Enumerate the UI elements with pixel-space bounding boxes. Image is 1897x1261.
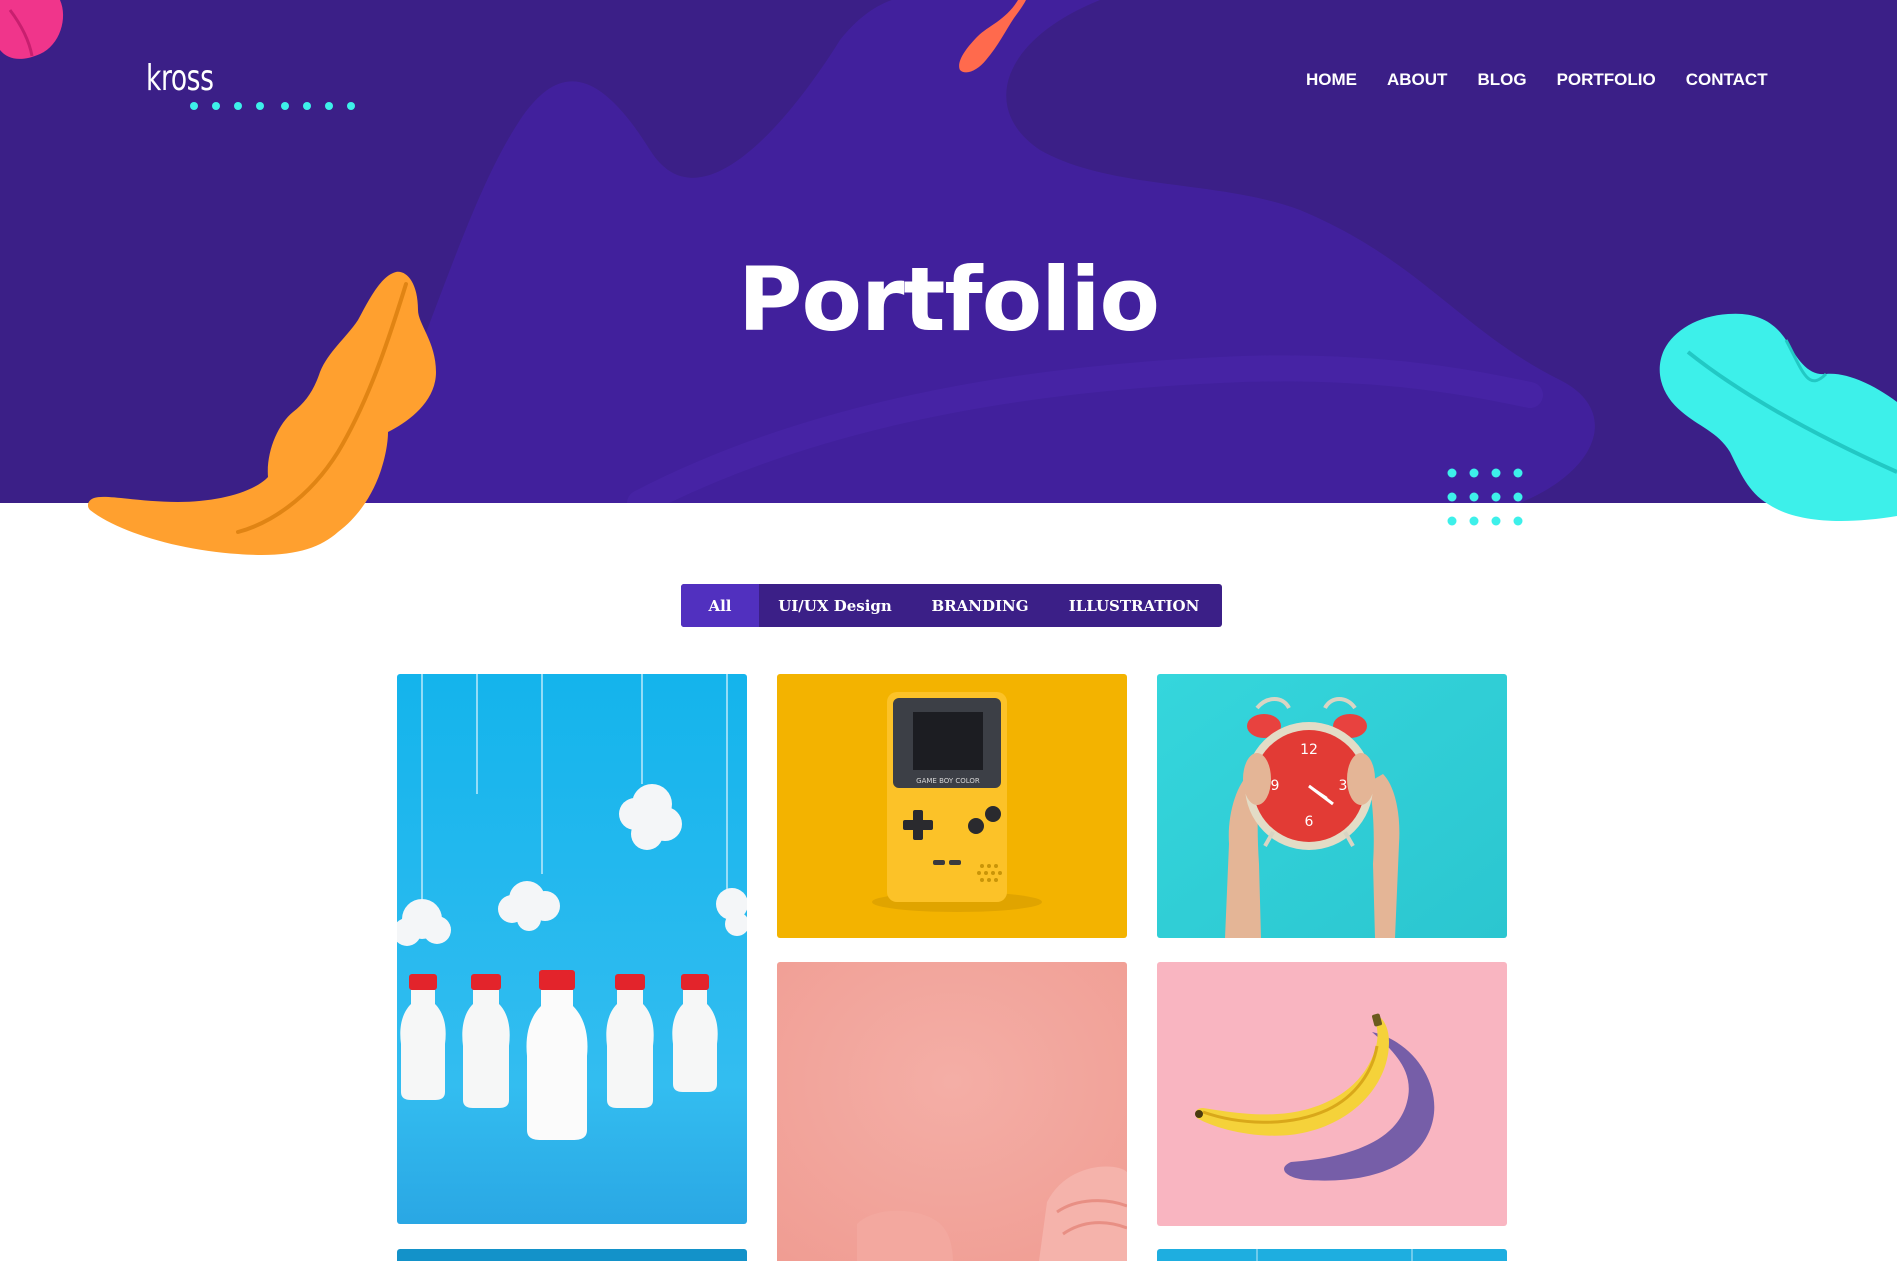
portfolio-item-partial-left[interactable] <box>397 1249 747 1261</box>
pink-leaf-decoration <box>0 0 64 59</box>
portfolio-item-partial-right[interactable] <box>1157 1249 1507 1261</box>
pink-bag-image <box>777 962 1127 1261</box>
svg-text:6: 6 <box>1305 814 1314 830</box>
orange-leaf-decoration <box>88 271 436 556</box>
nav-item-contact[interactable]: CONTACT <box>1686 70 1768 90</box>
logo-dots-decoration <box>190 102 355 110</box>
svg-text:12: 12 <box>1300 742 1318 758</box>
partial-image-right <box>1157 1249 1507 1261</box>
portfolio-item-pink-bag[interactable] <box>777 962 1127 1261</box>
cyan-leaf-decoration <box>1659 313 1897 521</box>
filter-illustration-button[interactable]: ILLUSTRATION <box>1049 584 1219 627</box>
portfolio-item-milk-bottles[interactable] <box>397 674 747 1224</box>
filter-branding-button[interactable]: BRANDING <box>911 584 1049 627</box>
partial-image-left <box>397 1249 747 1261</box>
site-logo[interactable]: kross <box>146 58 214 99</box>
game-boy-label: GAME BOY COLOR <box>916 777 980 785</box>
nav-item-about[interactable]: ABOUT <box>1387 70 1447 90</box>
nav-item-portfolio[interactable]: PORTFOLIO <box>1557 70 1656 90</box>
main-navigation: HOME ABOUT BLOG PORTFOLIO CONTACT <box>1306 70 1768 90</box>
orange-leaf-top-decoration <box>959 0 1026 73</box>
game-boy-image: GAME BOY COLOR <box>777 674 1127 938</box>
filter-uiux-button[interactable]: UI/UX Design <box>759 584 911 627</box>
portfolio-item-banana[interactable] <box>1157 962 1507 1226</box>
portfolio-item-game-boy[interactable]: GAME BOY COLOR <box>777 674 1127 938</box>
dot-grid-decoration <box>1447 468 1523 526</box>
svg-text:9: 9 <box>1271 778 1280 794</box>
nav-item-home[interactable]: HOME <box>1306 70 1357 90</box>
nav-item-blog[interactable]: BLOG <box>1477 70 1526 90</box>
filter-all-button[interactable]: All <box>681 584 759 627</box>
portfolio-item-alarm-clock[interactable]: 12 3 6 9 <box>1157 674 1507 938</box>
svg-text:3: 3 <box>1339 778 1348 794</box>
alarm-clock-image: 12 3 6 9 <box>1157 674 1507 938</box>
portfolio-filter: All UI/UX Design BRANDING ILLUSTRATION <box>681 584 1222 627</box>
milk-bottles-image <box>397 674 747 1224</box>
banana-image <box>1157 962 1507 1226</box>
